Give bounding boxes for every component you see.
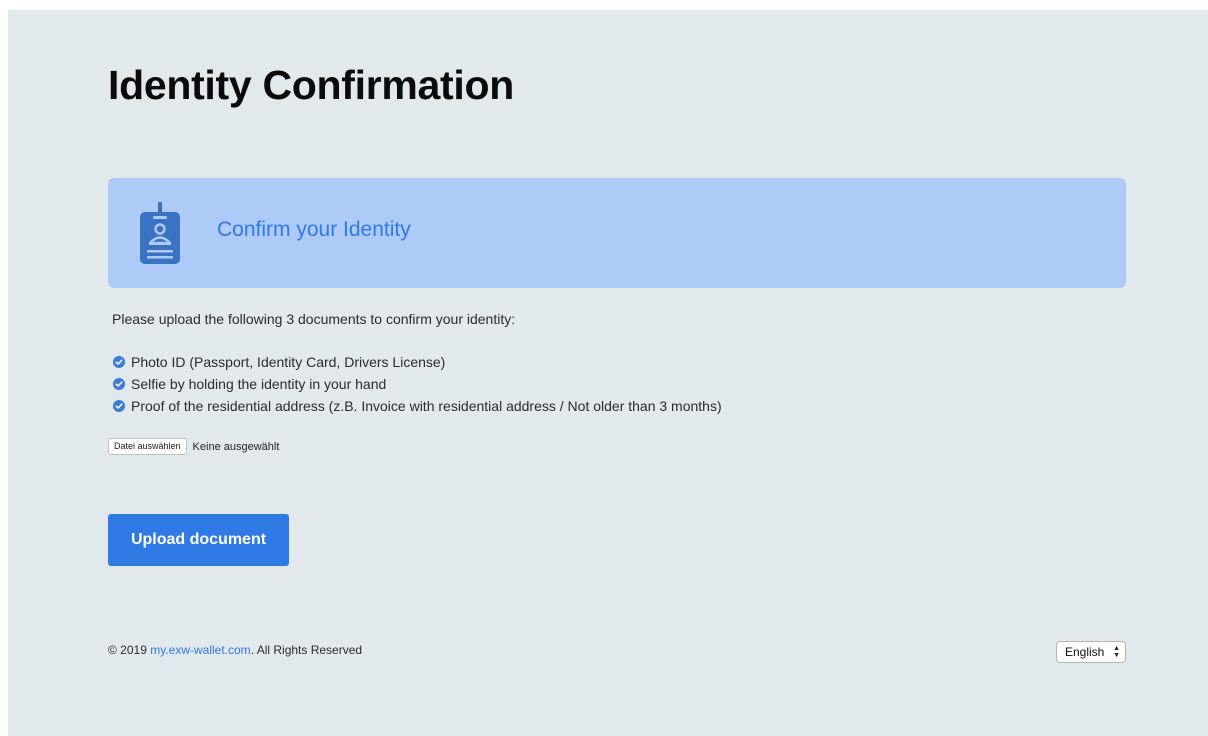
document-label: Proof of the residential address (z.B. I…	[131, 398, 722, 414]
list-item: Selfie by holding the identity in your h…	[113, 373, 722, 395]
check-circle-icon	[113, 356, 125, 368]
language-value: English	[1065, 645, 1105, 659]
page-title: Identity Confirmation	[108, 62, 514, 108]
document-list: Photo ID (Passport, Identity Card, Drive…	[113, 351, 722, 417]
copyright-suffix: . All Rights Reserved	[250, 643, 363, 657]
confirm-identity-banner: Confirm your Identity	[108, 178, 1126, 288]
list-item: Photo ID (Passport, Identity Card, Drive…	[113, 351, 722, 373]
language-select[interactable]: English ▲ ▼	[1056, 641, 1126, 663]
list-item: Proof of the residential address (z.B. I…	[113, 395, 722, 417]
check-circle-icon	[113, 378, 125, 390]
document-label: Selfie by holding the identity in your h…	[131, 376, 387, 392]
intro-text: Please upload the following 3 documents …	[112, 311, 516, 327]
copyright: © 2019 my.exw-wallet.com. All Rights Res…	[108, 643, 362, 657]
file-input: Datei auswählen Keine ausgewählt	[108, 438, 279, 455]
id-badge-icon	[140, 202, 180, 264]
check-circle-icon	[113, 400, 125, 412]
copyright-prefix: © 2019	[108, 643, 151, 657]
file-status: Keine ausgewählt	[192, 440, 280, 453]
select-arrows-icon: ▲ ▼	[1113, 645, 1120, 659]
upload-document-button[interactable]: Upload document	[108, 514, 289, 566]
site-link[interactable]: my.exw-wallet.com	[150, 643, 250, 657]
page-container: Identity Confirmation Confirm your Ident…	[8, 10, 1208, 736]
banner-title: Confirm your Identity	[217, 218, 411, 241]
document-label: Photo ID (Passport, Identity Card, Drive…	[131, 354, 446, 370]
choose-file-button[interactable]: Datei auswählen	[108, 438, 187, 455]
